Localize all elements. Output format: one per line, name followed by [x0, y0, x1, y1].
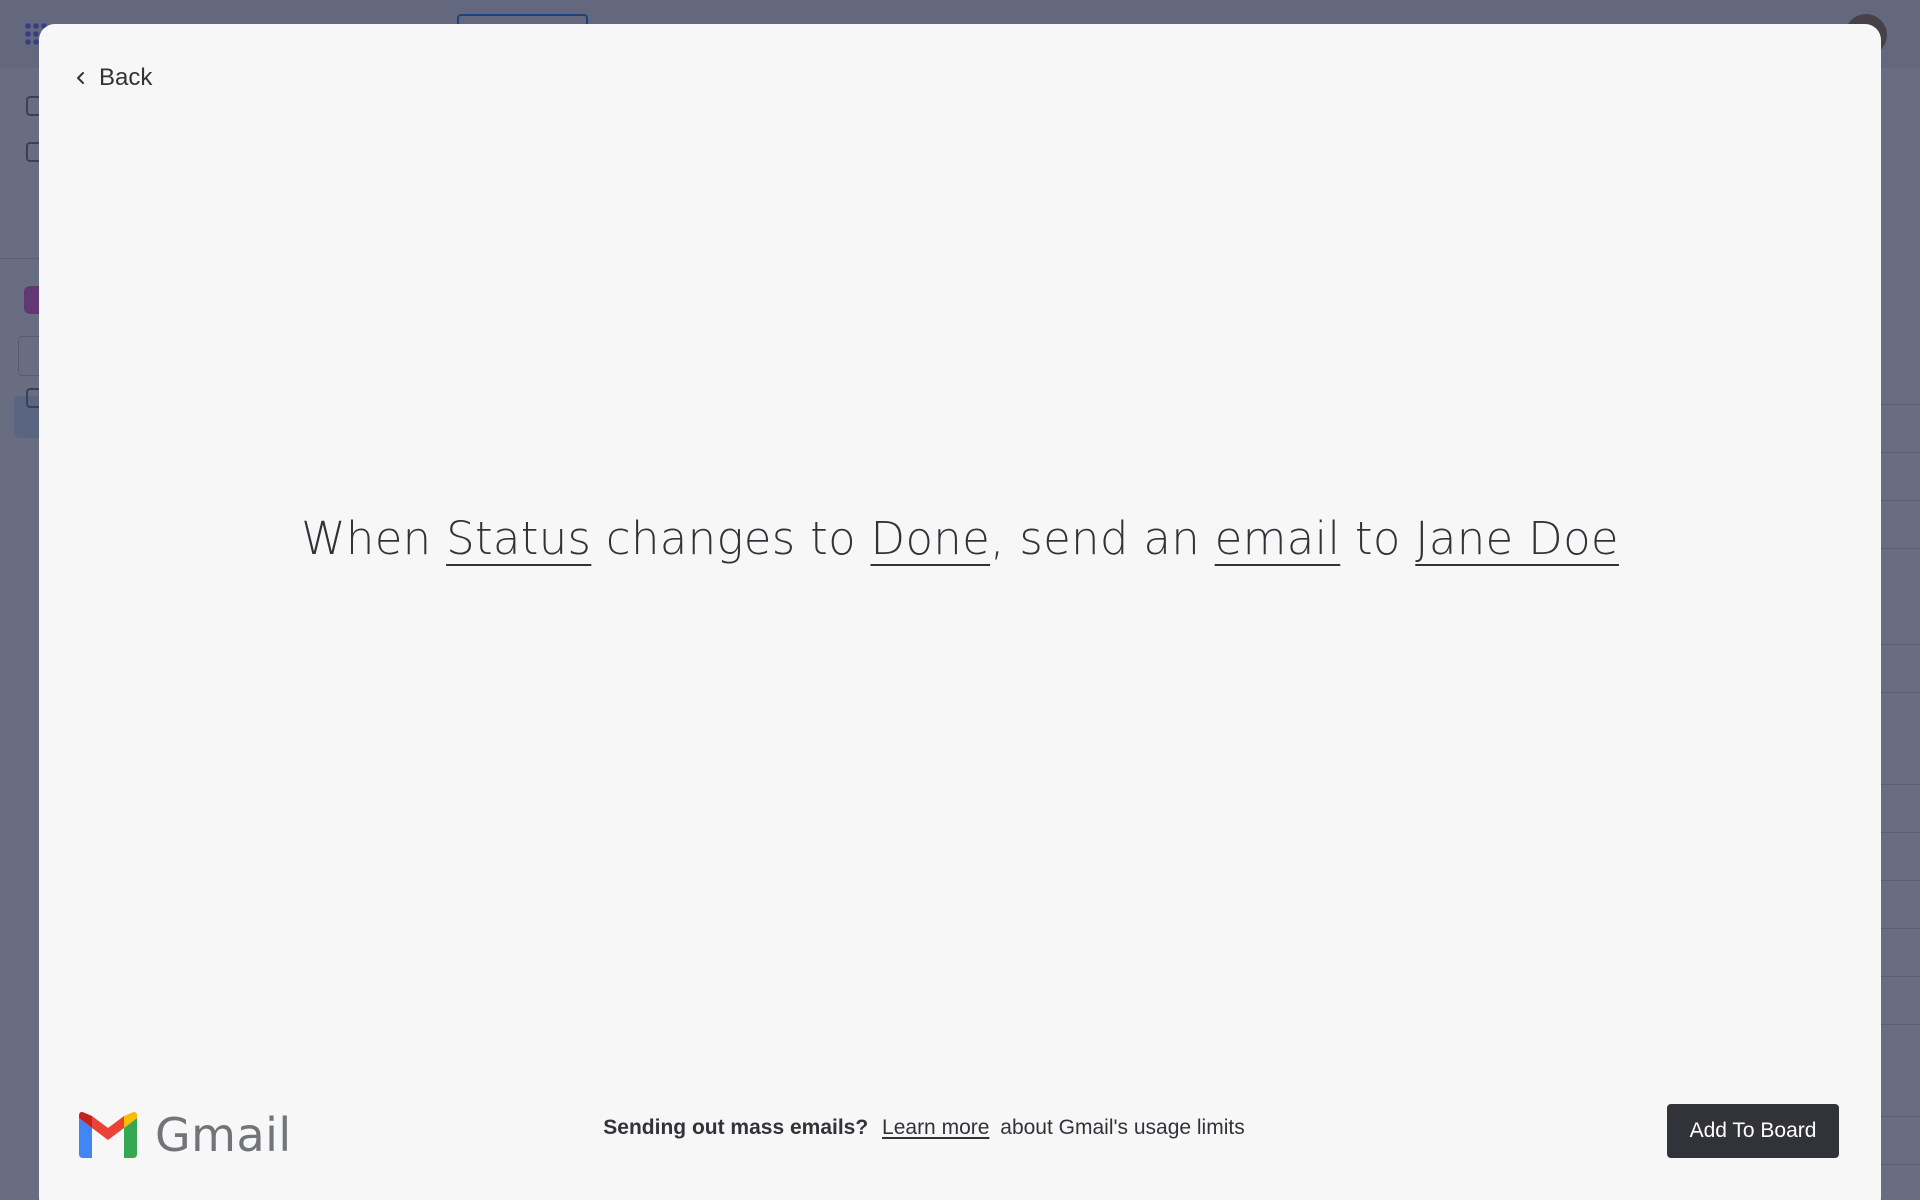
action-item-field[interactable]: email [1215, 512, 1341, 565]
trigger-value-field[interactable]: Done [871, 512, 991, 565]
recipe-text-changes-to: changes to [605, 512, 856, 565]
chevron-left-icon [77, 72, 84, 84]
back-button[interactable]: Back [75, 58, 152, 98]
automation-recipe-modal: Back When Status changes to Done, send a… [39, 24, 1881, 1200]
recipe-text-when: When [301, 512, 432, 565]
mass-email-question: Sending out mass emails? [603, 1116, 869, 1139]
trigger-column-field[interactable]: Status [446, 512, 591, 565]
usage-limits-text: about Gmail's usage limits [1000, 1116, 1245, 1139]
recipe-text-comma: , [990, 512, 1005, 565]
add-to-board-button[interactable]: Add To Board [1667, 1104, 1839, 1158]
automation-recipe-sentence: When Status changes to Done, send an ema… [39, 512, 1881, 565]
back-label: Back [99, 64, 153, 91]
recipe-text-send-an: send an [1019, 512, 1201, 565]
recipe-text-to: to [1354, 512, 1401, 565]
usage-limits-note: Sending out mass emails? Learn more abou… [39, 1116, 1881, 1140]
learn-more-link[interactable]: Learn more [882, 1116, 989, 1139]
recipient-field[interactable]: Jane Doe [1415, 512, 1619, 565]
